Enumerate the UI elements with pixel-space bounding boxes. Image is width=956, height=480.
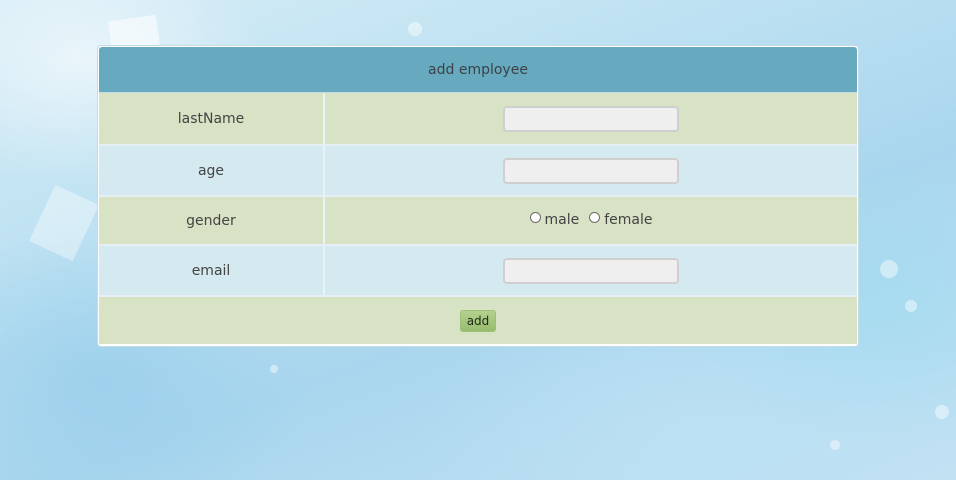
add-employee-form: add employee lastName age gender male fe… [97,45,859,347]
background-bokeh [830,440,840,450]
gender-label: gender [99,195,325,244]
email-input[interactable] [503,257,679,284]
background-bokeh [905,300,917,312]
female-radio-label[interactable]: female [604,212,652,228]
background-bokeh [408,22,422,36]
age-input-cell [325,144,857,195]
lastname-input[interactable] [503,105,679,132]
background-bokeh [270,365,278,373]
gender-option-male[interactable]: male [529,212,580,228]
lastname-label: lastName [99,93,325,144]
form-table: add employee lastName age gender male fe… [99,47,857,344]
gender-radio-group: male female [529,212,653,228]
email-input-cell [325,244,857,295]
female-radio-button[interactable] [589,212,601,224]
email-label: email [99,244,325,295]
add-button[interactable]: add [460,309,496,332]
submit-cell: add [99,295,857,344]
age-label: age [99,144,325,195]
gender-radio-cell: male female [325,195,857,244]
background-bokeh [935,405,949,419]
lastname-input-cell [325,93,857,144]
gender-option-female[interactable]: female [589,212,653,228]
background-shard [29,184,99,262]
age-input[interactable] [503,157,679,184]
form-title: add employee [99,47,857,93]
male-radio-label[interactable]: male [545,212,580,228]
male-radio-button[interactable] [529,212,541,224]
background-bokeh [880,260,898,278]
